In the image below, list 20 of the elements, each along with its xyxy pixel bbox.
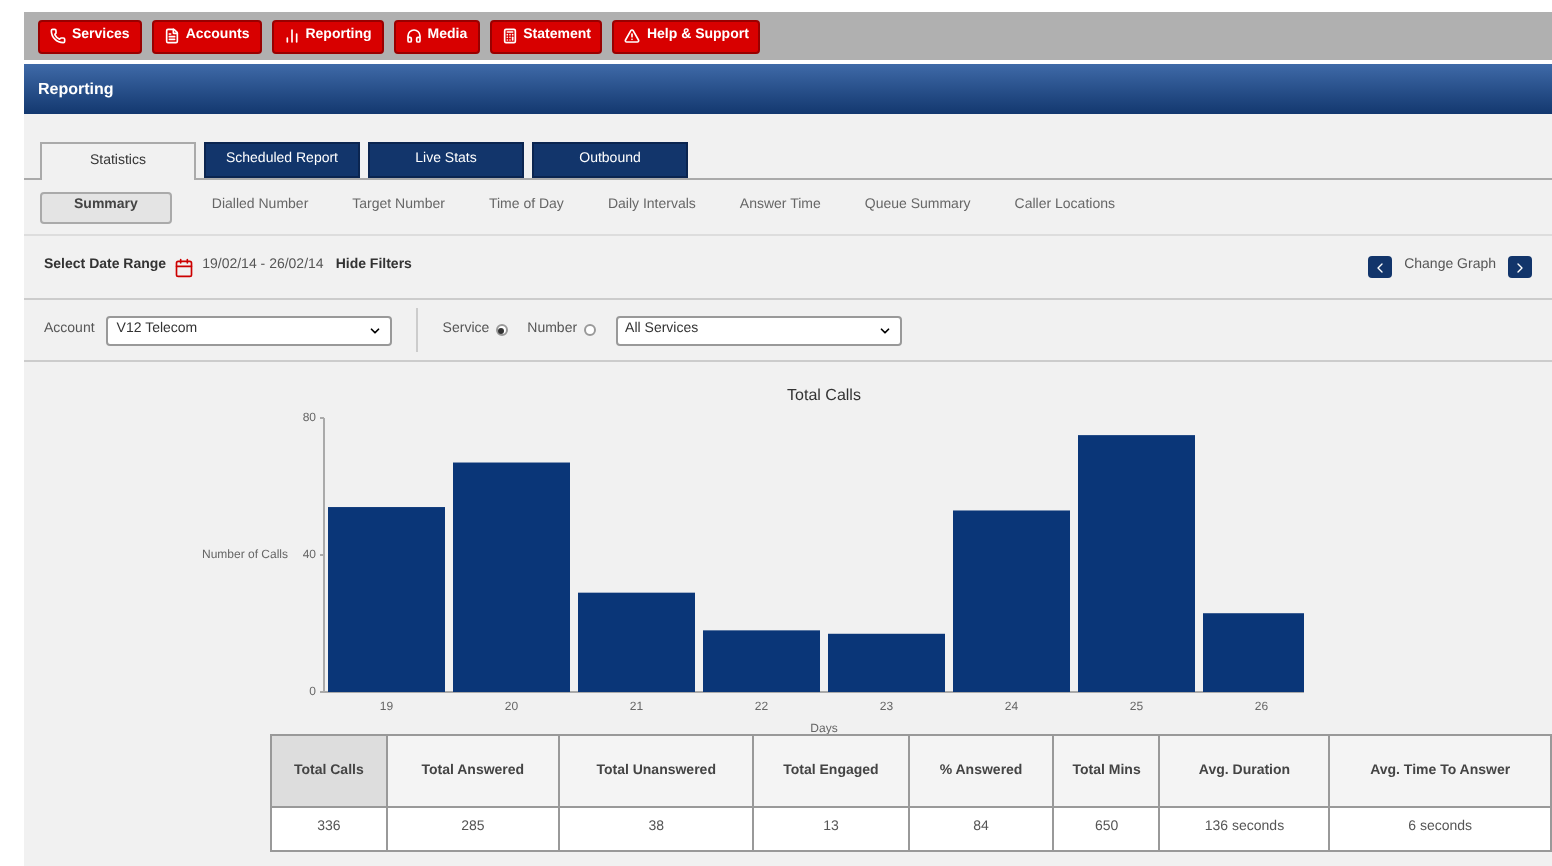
bar — [828, 633, 945, 692]
chart-title: Total Calls — [787, 386, 861, 404]
header-title: Reporting — [38, 77, 114, 101]
chevron-right-icon — [1512, 259, 1528, 275]
bar — [578, 592, 695, 692]
caret-icon — [877, 323, 892, 337]
warning-icon — [624, 28, 641, 44]
next-graph-button[interactable] — [1508, 256, 1532, 278]
radio-button[interactable] — [583, 324, 596, 336]
calculator-icon — [501, 28, 518, 44]
caret-icon — [368, 323, 383, 337]
bar — [1203, 613, 1304, 692]
document-icon — [163, 28, 180, 44]
calendar-icon[interactable] — [174, 257, 195, 277]
headphones-icon — [405, 28, 422, 44]
bar — [703, 630, 820, 692]
phone-icon — [50, 28, 66, 44]
radio-button[interactable] — [495, 324, 508, 336]
previous-graph-button[interactable] — [1368, 256, 1393, 278]
bar-chart-icon — [283, 28, 300, 44]
